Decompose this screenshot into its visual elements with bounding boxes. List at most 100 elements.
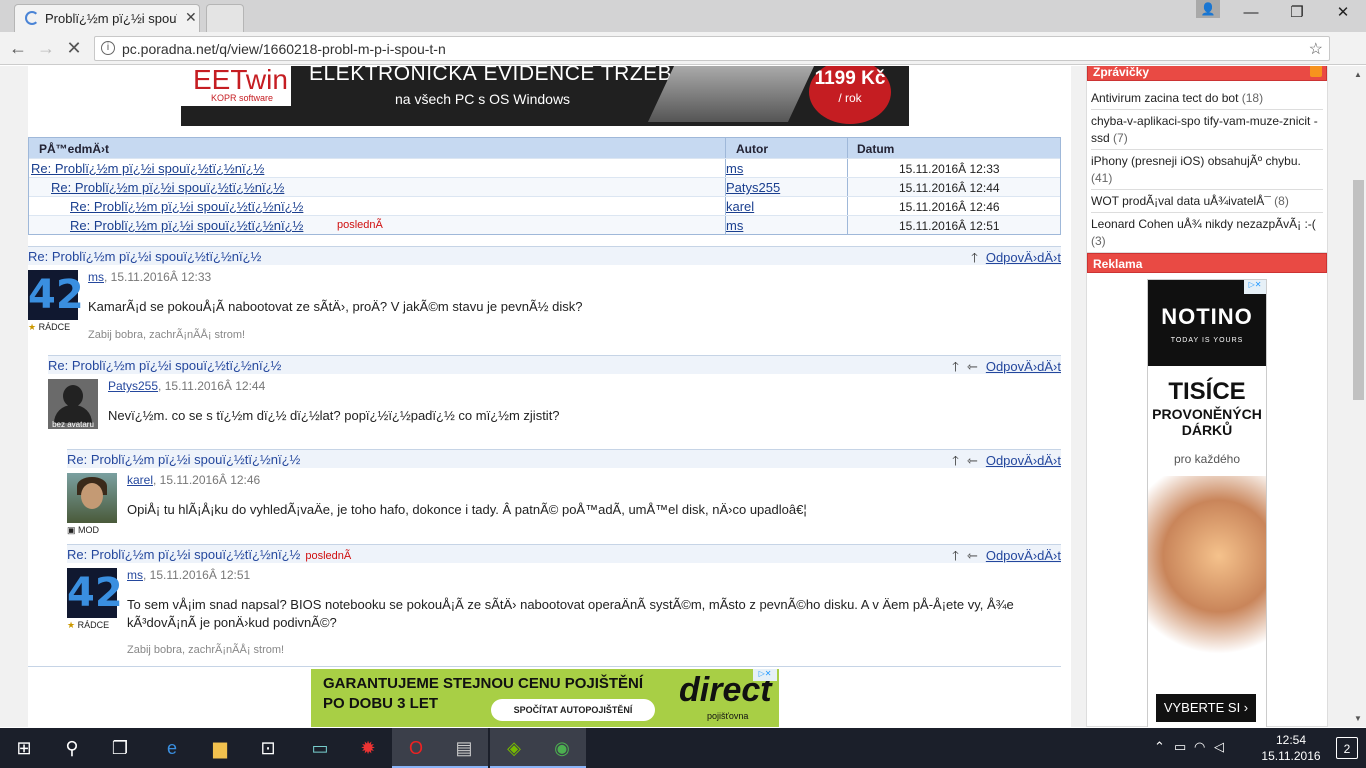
eet-banner-ad[interactable]: EETwin KOPR software ELEKTRONICKÁ EVIDENC… [181, 66, 909, 126]
author-link[interactable]: karel [726, 199, 754, 214]
direct-insurance-ad[interactable]: GARANTUJEME STEJNOU CENU POJIŠTĚNÍ PO DO… [311, 669, 779, 727]
rank-label: MOD [78, 525, 100, 535]
back-arrow-icon[interactable]: ← [6, 37, 30, 59]
browser-tab-active[interactable]: Problï¿½m pï¿½i spouï¿½ ✕ [14, 4, 200, 32]
avatar[interactable]: 42 [67, 568, 123, 618]
post-date: , 15.11.2016Â 12:33 [104, 270, 212, 284]
rss-icon[interactable] [1310, 66, 1322, 77]
ads-title: Reklama [1087, 253, 1327, 273]
post-date: 15.11.2016Â 12:44 [899, 181, 1000, 195]
opera-icon[interactable]: O [392, 728, 440, 768]
clock[interactable]: 12:54 15.11.2016 [1256, 732, 1326, 764]
thread-link[interactable]: Re: Problï¿½m pï¿½i spouï¿½tï¿½nï¿½ [31, 161, 264, 176]
new-tab-button[interactable] [206, 4, 244, 32]
list-item[interactable]: chyba-v-aplikaci-spo tify-vam-muze-znici… [1091, 110, 1323, 150]
avatar[interactable] [67, 473, 117, 523]
scroll-thumb[interactable] [1353, 180, 1364, 400]
post: Re: Problï¿½m pï¿½i spouï¿½tï¿½nï¿½ 🡑 Odp… [28, 246, 1061, 344]
post-date: 15.11.2016Â 12:33 [899, 162, 1000, 176]
post-date: 15.11.2016Â 12:46 [899, 200, 1000, 214]
post-header: Re: Problï¿½m pï¿½i spouï¿½tï¿½nï¿½ 🡑 ⇽ Od… [67, 449, 1061, 468]
post-body: OpiÅ¡ tu hlÃ¡Å¡ku do vyhledÃ¡vaÄe, je to… [127, 502, 807, 517]
list-item[interactable]: Antivirum zacina tect do bot (18) [1091, 87, 1323, 110]
list-item[interactable]: WOT prodÃ¡val data uÅ¾ivatelÅ¯ (8) [1091, 190, 1323, 213]
wifi-icon[interactable]: ◠ [1194, 739, 1205, 755]
adchoices-icon[interactable]: ▷✕ [753, 669, 777, 681]
close-window-icon[interactable]: ✕ [1320, 0, 1366, 28]
post-date: , 15.11.2016Â 12:44 [158, 379, 266, 393]
notino-ad[interactable]: NOTINO TODAY IS YOURS TISÍCE PROVONĚNÝCH … [1147, 279, 1267, 727]
thread-table-header: PÅ™edmÄ›t Autor Datum [29, 138, 1060, 158]
edge-icon[interactable]: e [148, 728, 196, 768]
forward-arrow-icon[interactable]: → [34, 37, 58, 59]
windows-start-icon[interactable]: ⊞ [0, 728, 48, 768]
file-explorer-icon[interactable]: ▆ [196, 728, 244, 768]
avatar[interactable]: bez avataru [48, 379, 98, 429]
author-link[interactable]: Patys255 [726, 180, 780, 195]
col-author: Autor [736, 142, 768, 156]
list-item[interactable]: Leonard Cohen uÅ¾ nikdy nezazpÃ­vÃ¡ :-( … [1091, 213, 1323, 253]
bookmark-star-icon[interactable]: ☆ [1309, 39, 1323, 59]
reply-link[interactable]: OdpovÄ›dÄ›t [986, 359, 1061, 374]
arrow-left-icon[interactable]: ⇽ [967, 359, 978, 374]
thread-table: PÅ™edmÄ›t Autor Datum Re: Problï¿½m pï¿½… [28, 137, 1061, 235]
nvidia-icon[interactable]: ◈ [490, 728, 538, 768]
arrow-up-icon[interactable]: 🡑 [971, 250, 978, 265]
reply-link[interactable]: OdpovÄ›dÄ›t [986, 250, 1061, 265]
author-link[interactable]: ms [127, 568, 143, 582]
arrow-left-icon[interactable]: ⇽ [967, 453, 978, 468]
author-link[interactable]: Patys255 [108, 379, 158, 393]
battery-icon[interactable]: ▭ [1174, 739, 1186, 755]
reply-link[interactable]: OdpovÄ›dÄ›t [986, 453, 1061, 468]
loading-spinner-icon [25, 11, 39, 25]
search-icon[interactable]: ⚲ [48, 728, 96, 768]
list-item[interactable]: iPhony (presneji iOS) obsahujÃº chybu. (… [1091, 150, 1323, 190]
notifications-icon[interactable]: 2 [1336, 737, 1358, 759]
thread-link[interactable]: Re: Problï¿½m pï¿½i spouï¿½tï¿½nï¿½ [51, 180, 284, 195]
minimize-icon[interactable]: — [1228, 0, 1274, 28]
author-link[interactable]: ms [726, 161, 743, 176]
computer-icon[interactable]: ▭ [296, 728, 344, 768]
chevron-up-icon[interactable]: ⌃ [1154, 739, 1165, 755]
site-info-icon[interactable]: i [101, 41, 115, 55]
avatar[interactable]: 42 [28, 270, 84, 320]
signature: Zabij bobra, zachrÃ¡nÃ­Å¡ strom! [127, 644, 285, 656]
restore-icon[interactable]: ❐ [1274, 0, 1320, 28]
reply-link[interactable]: OdpovÄ›dÄ›t [986, 548, 1061, 563]
choose-button[interactable]: VYBERTE SI › [1156, 694, 1256, 722]
task-view-icon[interactable]: ❐ [96, 728, 144, 768]
arrow-left-icon[interactable]: ⇽ [967, 548, 978, 563]
author-link[interactable]: ms [88, 270, 104, 284]
mod-icon: ▣ [67, 525, 76, 535]
sidebar: Zprávičky Antivirum zacina tect do bot (… [1086, 66, 1328, 727]
post: Re: Problï¿½m pï¿½i spouï¿½tï¿½nï¿½ 🡑 ⇽ Od… [48, 355, 1061, 439]
arrow-up-icon[interactable]: 🡑 [952, 548, 959, 563]
tab-strip: Problï¿½m pï¿½i spouï¿½ ✕ 👤 — ❐ ✕ [0, 0, 1366, 32]
col-subject: PÅ™edmÄ›t [39, 142, 110, 156]
arrow-up-icon[interactable]: 🡑 [952, 359, 959, 374]
security-app-icon[interactable]: ✹ [344, 728, 392, 768]
tab-title: Problï¿½m pï¿½i spouï¿½ [45, 11, 177, 26]
author-link[interactable]: karel [127, 473, 153, 487]
user-profile-icon[interactable]: 👤 [1196, 0, 1220, 18]
rank-label: RÁDCE [38, 322, 71, 332]
post: Re: Problï¿½m pï¿½i spouï¿½tï¿½nï¿½ 🡑 ⇽ Od… [67, 449, 1061, 539]
post-header: Re: Problï¿½m pï¿½i spouï¿½tï¿½nï¿½ posle… [67, 544, 1061, 563]
arrow-up-icon[interactable]: 🡑 [952, 453, 959, 468]
scrollbar[interactable]: ▲ ▼ [1351, 66, 1366, 727]
thread-link[interactable]: Re: Problï¿½m pï¿½i spouï¿½tï¿½nï¿½ [70, 199, 303, 214]
post-title: Re: Problï¿½m pï¿½i spouï¿½tï¿½nï¿½ [48, 358, 282, 373]
close-tab-icon[interactable]: ✕ [185, 9, 197, 26]
app-icon[interactable]: ▤ [440, 728, 488, 768]
author-link[interactable]: ms [726, 218, 743, 233]
adchoices-icon[interactable]: ▷✕ [1244, 280, 1266, 294]
chrome-icon[interactable]: ◉ [538, 728, 586, 768]
calculate-button[interactable]: SPOČÍTAT AUTOPOJIŠTĚNÍ [491, 699, 655, 721]
thread-link[interactable]: Re: Problï¿½m pï¿½i spouï¿½tï¿½nï¿½ [70, 218, 303, 233]
store-icon[interactable]: ⊡ [244, 728, 292, 768]
star-icon: ★ [28, 322, 37, 332]
address-bar[interactable]: i pc.poradna.net/q/view/1660218-probl-m-… [94, 36, 1330, 61]
volume-icon[interactable]: ◁ [1214, 739, 1224, 755]
no-avatar-label: bez avataru [52, 420, 94, 429]
stop-loading-icon[interactable]: ✕ [62, 37, 86, 59]
